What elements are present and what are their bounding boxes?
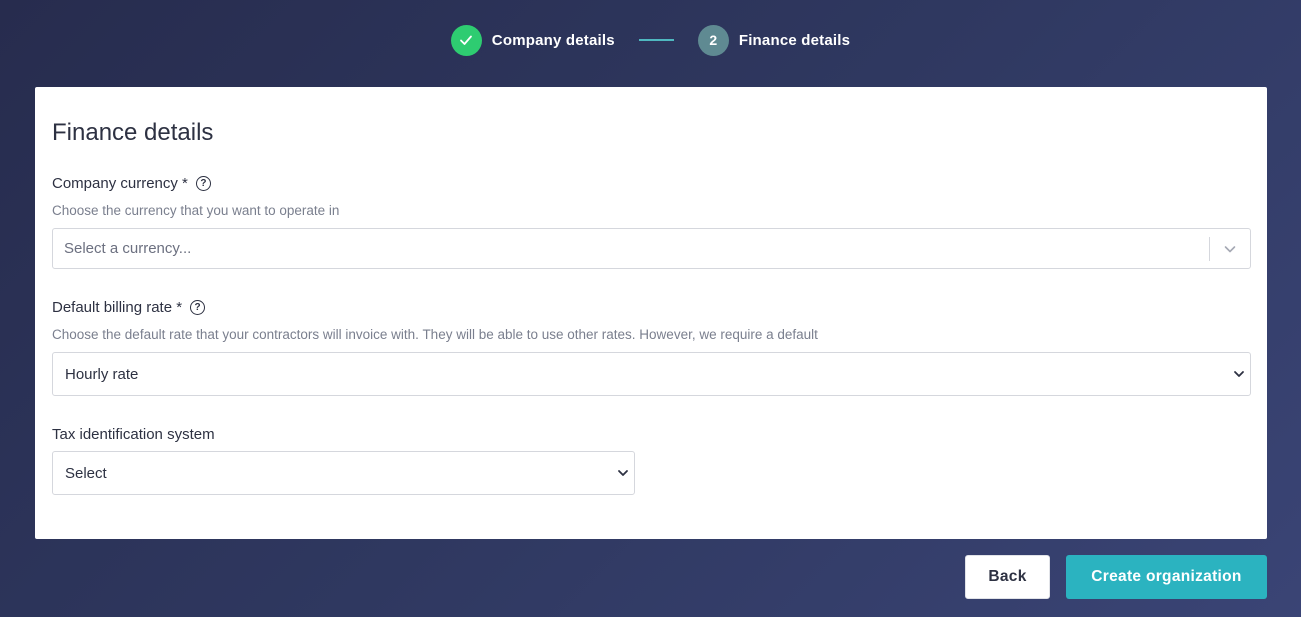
tax-system-value: Select xyxy=(65,464,107,482)
chevron-down-icon xyxy=(618,470,628,476)
billing-rate-hint: Choose the default rate that your contra… xyxy=(52,327,818,342)
currency-hint: Choose the currency that you want to ope… xyxy=(52,203,340,218)
page-title: Finance details xyxy=(52,119,214,146)
stepper: Company details 2 Finance details xyxy=(0,24,1301,56)
currency-label: Company currency * ? xyxy=(52,175,211,192)
chevron-down-icon[interactable] xyxy=(1210,242,1250,256)
check-icon xyxy=(460,35,473,45)
currency-select[interactable]: Select a currency... xyxy=(52,228,1251,269)
tax-system-select[interactable]: Select xyxy=(52,451,635,495)
back-button[interactable]: Back xyxy=(965,555,1050,599)
step-completed-marker xyxy=(450,24,482,56)
step-label-company-details: Company details xyxy=(491,31,615,49)
chevron-down-icon xyxy=(1234,371,1244,377)
step-finance-details[interactable]: 2 Finance details xyxy=(697,24,851,56)
billing-rate-select[interactable]: Hourly rate xyxy=(52,352,1251,396)
finance-details-card: Finance details Company currency * ? Cho… xyxy=(35,87,1267,539)
billing-rate-label: Default billing rate * ? xyxy=(52,299,206,316)
tax-system-label: Tax identification system xyxy=(52,426,215,443)
currency-select-placeholder: Select a currency... xyxy=(64,240,192,257)
step-connector xyxy=(638,39,674,41)
billing-rate-value: Hourly rate xyxy=(65,365,139,383)
step-number-marker: 2 xyxy=(697,24,729,56)
create-organization-button[interactable]: Create organization xyxy=(1066,555,1267,599)
step-company-details[interactable]: Company details xyxy=(450,24,615,56)
question-mark-help-icon[interactable]: ? xyxy=(195,176,211,191)
step-label-finance-details: Finance details xyxy=(738,31,851,49)
question-mark-help-icon[interactable]: ? xyxy=(190,300,206,315)
